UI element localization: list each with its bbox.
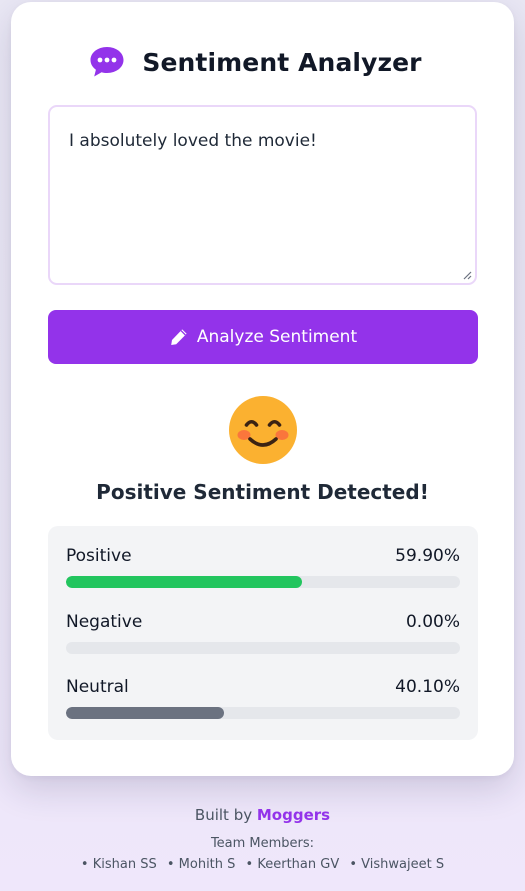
score-value: 59.90% bbox=[395, 546, 460, 566]
page-footer: Built by Moggers Team Members: • Kishan … bbox=[0, 806, 525, 872]
score-value: 40.10% bbox=[395, 677, 460, 697]
score-bar-track bbox=[66, 576, 460, 588]
score-bar-track bbox=[66, 642, 460, 654]
team-name-link[interactable]: Moggers bbox=[257, 806, 330, 824]
score-label: Negative bbox=[66, 612, 143, 632]
team-member: • Kishan SS bbox=[80, 857, 157, 872]
score-bar-track bbox=[66, 707, 460, 719]
analyze-sentiment-button[interactable]: Analyze Sentiment bbox=[48, 310, 478, 364]
smiling-face-icon bbox=[229, 396, 297, 464]
page-title: Sentiment Analyzer bbox=[142, 47, 422, 77]
analyze-button-label: Analyze Sentiment bbox=[196, 327, 358, 347]
built-by-prefix: Built by bbox=[194, 806, 253, 824]
team-member: • Mohith S bbox=[166, 857, 236, 872]
pencil-icon bbox=[171, 329, 187, 345]
team-member: • Vishwajeet S bbox=[349, 857, 445, 872]
analyzer-card: Sentiment Analyzer I absolutely loved th… bbox=[11, 2, 514, 776]
app-header: Sentiment Analyzer bbox=[11, 40, 514, 84]
input-text-value: I absolutely loved the movie! bbox=[69, 131, 317, 151]
team-member: • Keerthan GV bbox=[245, 857, 340, 872]
built-by-line: Built by Moggers bbox=[0, 806, 525, 824]
score-value: 0.00% bbox=[405, 612, 460, 632]
scores-panel: Positive 59.90% Negative 0.00% Neutral 4… bbox=[48, 526, 478, 740]
score-bar-fill-positive bbox=[66, 576, 302, 588]
result-heading: Positive Sentiment Detected! bbox=[96, 480, 429, 504]
team-members-heading: Team Members: bbox=[210, 836, 315, 851]
chat-bubble-icon bbox=[90, 47, 124, 77]
resize-handle-icon[interactable] bbox=[463, 271, 472, 280]
sentiment-text-input[interactable]: I absolutely loved the movie! bbox=[48, 105, 477, 285]
score-label: Neutral bbox=[66, 677, 129, 697]
team-members-list: • Kishan SS • Mohith S • Keerthan GV • V… bbox=[0, 857, 525, 872]
score-label: Positive bbox=[66, 546, 132, 566]
score-bar-fill-neutral bbox=[66, 707, 224, 719]
